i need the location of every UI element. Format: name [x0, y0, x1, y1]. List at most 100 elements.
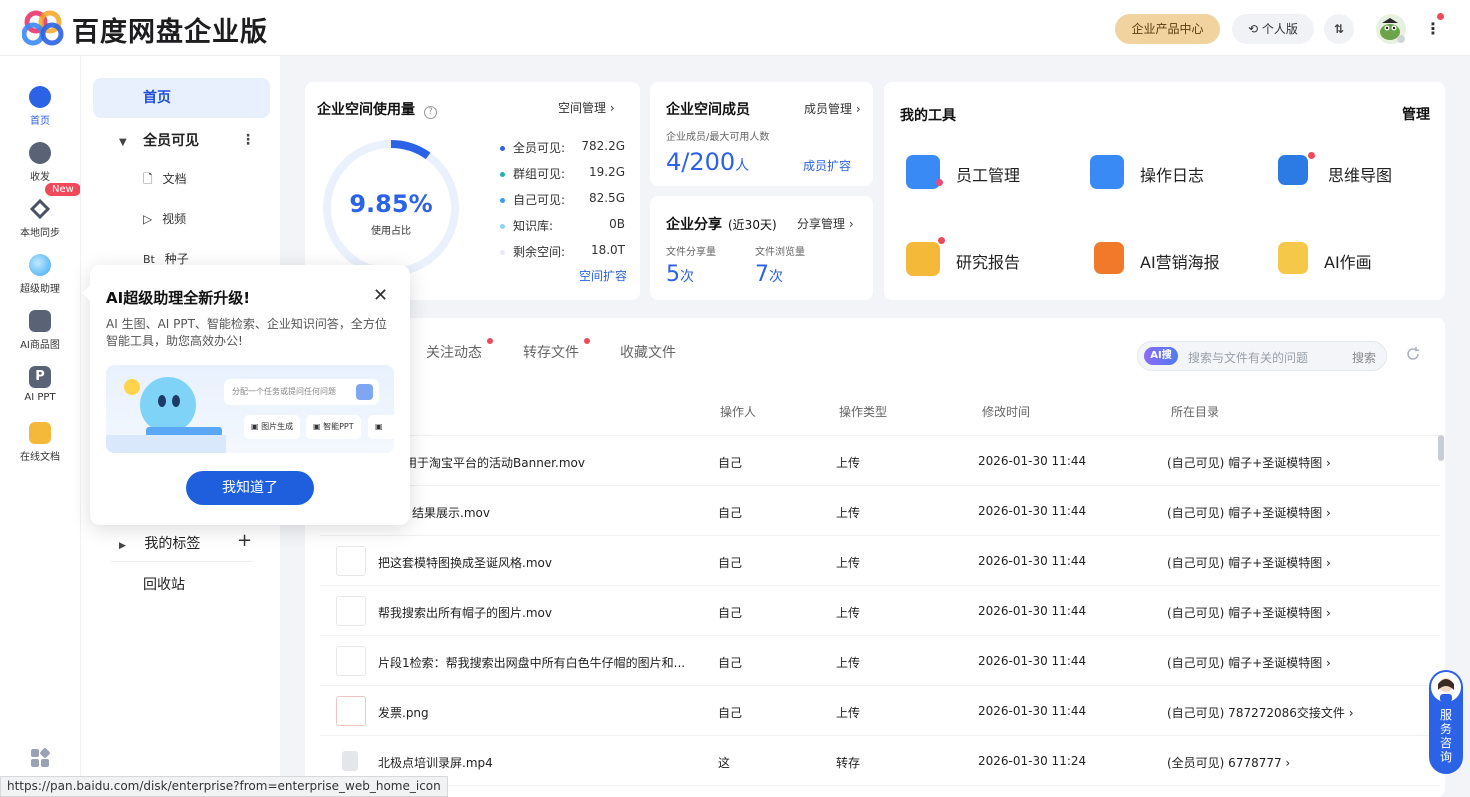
col-header-dir: 所在目录	[1171, 405, 1220, 419]
ai-product-icon	[29, 310, 51, 332]
rail-item-online-doc[interactable]: 在线文档	[0, 422, 80, 463]
rail-item-home[interactable]: 首页	[0, 86, 80, 127]
tab-dot	[584, 338, 590, 344]
rail-item-ai-ppt[interactable]: P AI PPT	[0, 366, 80, 403]
tools-title: 我的工具	[900, 108, 956, 124]
mindmap-icon	[1278, 155, 1308, 185]
assistant-icon	[29, 254, 51, 276]
all-visible-more-icon[interactable]: ⋮	[241, 132, 255, 148]
modified-time: 2026-01-30 11:44	[978, 604, 1087, 618]
file-name[interactable]: ：结果展示.mov	[400, 504, 490, 521]
ai-search-box[interactable]: AI搜 搜索与文件有关的问题 搜索	[1137, 341, 1387, 371]
operation-type: 转存	[836, 756, 861, 770]
video-thumbnail	[336, 546, 366, 576]
file-share-count: 5次	[666, 262, 694, 287]
file-view-count: 7次	[755, 262, 783, 287]
nav-recycle[interactable]: 回收站	[143, 574, 185, 594]
close-icon[interactable]: ✕	[373, 285, 388, 306]
brand-title: 百度网盘企业版	[72, 17, 268, 48]
nav-home[interactable]: 首页	[93, 78, 270, 118]
table-row[interactable]: ：结果展示.mov 自己 上传 2026-01-30 11:44 (自己可见) …	[320, 486, 1440, 536]
operation-type: 上传	[836, 656, 861, 670]
directory-link[interactable]: (自己可见) 帽子+圣诞模特图 ›	[1167, 654, 1331, 671]
directory-link[interactable]: (自己可见) 帽子+圣诞模特图 ›	[1167, 554, 1331, 571]
table-row[interactable]: 片段1检索：帮我搜索出网盘中所有白色牛仔帽的图片和... 自己 上传 2026-…	[320, 636, 1440, 686]
paint-icon	[1278, 242, 1308, 274]
directory-link[interactable]: (自己可见) 帽子+圣诞模特图 ›	[1167, 604, 1331, 621]
directory-link[interactable]: (自己可见) 787272086交接文件 ›	[1167, 704, 1354, 721]
left-rail: 首页 收发 本地同步 New 超级助理 AI商品图 P AI PPT 在线文档	[0, 56, 81, 797]
file-name[interactable]: 片段1检索：帮我搜索出网盘中所有白色牛仔帽的图片和...	[378, 654, 685, 671]
status-bar-url: https://pan.baidu.com/disk/enterprise?fr…	[0, 776, 448, 797]
operator: 自己	[718, 506, 743, 520]
file-name[interactable]: 帮我搜索出所有帽子的图片.mov	[378, 604, 552, 621]
table-scrollbar[interactable]	[1438, 435, 1444, 461]
members-card: 企业空间成员 成员管理 › 企业成员/最大可用人数 4/200人 成员扩容	[650, 82, 873, 186]
nav-my-tags[interactable]: ▶ 我的标签	[119, 533, 200, 553]
nav-all-visible[interactable]: ▼ 全员可见	[119, 130, 199, 150]
more-menu-icon[interactable]: ⋮	[1425, 20, 1441, 38]
table-row[interactable]: 发票.png 自己 上传 2026-01-30 11:44 (自己可见) 787…	[320, 686, 1440, 736]
members-subtitle: 企业成员/最大可用人数	[666, 132, 770, 143]
rail-item-assistant[interactable]: 超级助理	[0, 254, 80, 295]
transfer-icon	[29, 142, 51, 164]
member-expand-link[interactable]: 成员扩容	[803, 157, 851, 174]
file-share-label: 文件分享量	[666, 247, 716, 258]
file-name[interactable]: 把这套模特图换成圣诞风格.mov	[378, 554, 552, 571]
share-card: 企业分享 (近30天) 分享管理 › 文件分享量 文件浏览量 5次 7次	[650, 196, 873, 300]
nav-docs[interactable]: 🗋 文档	[143, 170, 187, 191]
home-icon	[29, 86, 51, 108]
table-row[interactable]: 北极点培训录屏.mp4 这 转存 2026-01-30 11:24 (全员可见)…	[320, 736, 1440, 786]
play-icon: ▷	[143, 212, 153, 226]
file-name[interactable]: 发票.png	[378, 704, 429, 721]
directory-link[interactable]: (自己可见) 帽子+圣诞模特图 ›	[1167, 504, 1331, 521]
usage-percent: 9.85%	[349, 190, 433, 218]
operator: 自己	[718, 606, 743, 620]
help-icon[interactable]: ?	[423, 106, 437, 119]
space-expand-link[interactable]: 空间扩容	[579, 267, 627, 284]
avatar[interactable]	[1376, 14, 1406, 44]
service-consult-button[interactable]: 服务咨询	[1429, 670, 1463, 774]
directory-link[interactable]: (自己可见) 帽子+圣诞模特图 ›	[1167, 454, 1331, 471]
got-it-button[interactable]: 我知道了	[186, 471, 314, 505]
table-row[interactable]: 张适用于淘宝平台的活动Banner.mov 自己 上传 2026-01-30 1…	[320, 436, 1440, 486]
tab-saved[interactable]: 转存文件	[523, 342, 579, 362]
file-name[interactable]: 张适用于淘宝平台的活动Banner.mov	[381, 454, 585, 471]
modified-time: 2026-01-30 11:44	[978, 704, 1087, 718]
share-manage-link[interactable]: 分享管理 ›	[797, 215, 854, 232]
search-button[interactable]: 搜索	[1352, 349, 1376, 366]
avatar-image	[1380, 18, 1405, 43]
enterprise-product-center-button[interactable]: 企业产品中心	[1115, 14, 1220, 44]
refresh-icon[interactable]	[1405, 346, 1421, 362]
tab-favorites[interactable]: 收藏文件	[620, 342, 676, 362]
directory-link[interactable]: (全员可见) 6778777 ›	[1167, 754, 1290, 771]
rail-item-sync[interactable]: 本地同步	[0, 198, 80, 239]
share-title: 企业分享 (近30天)	[666, 217, 777, 233]
report-icon	[906, 242, 940, 276]
legend-item: 剩余空间: 18.0T	[500, 243, 625, 260]
modified-time: 2026-01-30 11:44	[978, 454, 1087, 468]
table-row[interactable]: 帮我搜索出所有帽子的图片.mov 自己 上传 2026-01-30 11:44 …	[320, 586, 1440, 636]
rail-item-transfer[interactable]: 收发	[0, 142, 80, 183]
tab-following[interactable]: 关注动态	[426, 342, 482, 362]
add-tag-icon[interactable]: +	[237, 530, 252, 551]
tools-manage-link[interactable]: 管理	[1402, 104, 1430, 124]
col-header-type: 操作类型	[839, 405, 888, 419]
personal-version-button[interactable]: ⟲ 个人版	[1232, 14, 1314, 44]
search-input[interactable]: 搜索与文件有关的问题	[1188, 349, 1308, 366]
new-badge: New	[45, 183, 81, 196]
apps-grid-icon[interactable]	[30, 748, 50, 768]
operation-type: 上传	[836, 706, 861, 720]
nav-videos[interactable]: ▷ 视频	[143, 210, 186, 227]
table-row[interactable]: 把这套模特图换成圣诞风格.mov 自己 上传 2026-01-30 11:44 …	[320, 536, 1440, 586]
file-name[interactable]: 北极点培训录屏.mp4	[378, 754, 493, 771]
legend-item: 全员可见: 782.2G	[500, 139, 625, 156]
baidu-netdisk-logo[interactable]	[22, 10, 64, 46]
popup-arrow	[82, 285, 90, 301]
rail-item-ai-product[interactable]: AI商品图	[0, 310, 80, 351]
member-manage-link[interactable]: 成员管理 ›	[804, 100, 861, 117]
space-manage-link[interactable]: 空间管理 ›	[558, 99, 615, 116]
service-consult-label: 服务咨询	[1439, 708, 1452, 764]
members-title: 企业空间成员	[666, 102, 750, 118]
transfer-list-button[interactable]: ⇅	[1324, 14, 1354, 44]
